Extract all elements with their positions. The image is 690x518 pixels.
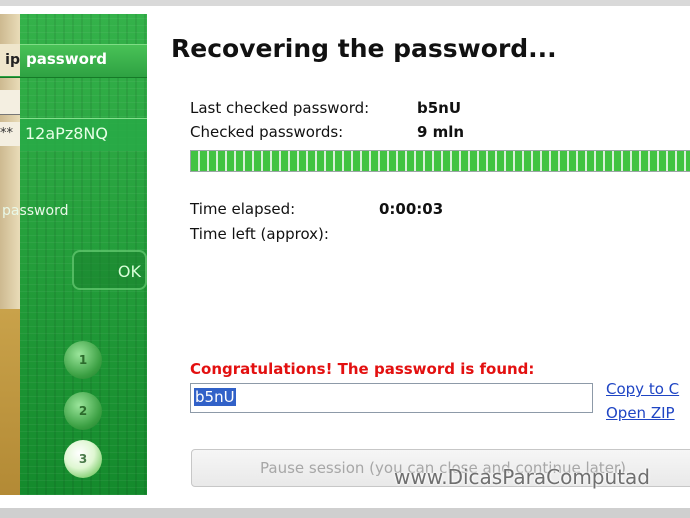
sidebar-password-label: password xyxy=(2,203,69,219)
copy-to-clipboard-link[interactable]: Copy to C xyxy=(606,380,679,398)
sidebar-password-value: 12aPz8NQ xyxy=(25,124,108,143)
sidebar-title: password xyxy=(26,50,108,68)
open-zip-link[interactable]: Open ZIP xyxy=(606,404,675,422)
found-password-value[interactable]: b5nU xyxy=(194,388,236,406)
last-checked-label: Last checked password: xyxy=(190,99,370,117)
sidebar-dialog-edge-lower xyxy=(0,309,20,495)
sidebar-masked-fragment: ** xyxy=(0,122,20,146)
step-1-icon: 1 xyxy=(64,341,102,379)
time-left-label: Time left (approx): xyxy=(190,225,329,243)
step-3-icon: 3 xyxy=(64,440,102,478)
bottom-border xyxy=(0,508,690,518)
time-elapsed-label: Time elapsed: xyxy=(190,200,296,218)
last-checked-value: b5nU xyxy=(417,99,462,117)
progress-bar-fill xyxy=(191,151,690,171)
found-password-field[interactable]: b5nU xyxy=(190,383,593,413)
progress-bar xyxy=(190,150,690,172)
page-title: Recovering the password... xyxy=(171,34,557,63)
success-message: Congratulations! The password is found: xyxy=(190,360,535,378)
step-2-icon: 2 xyxy=(64,392,102,430)
sidebar-input-edge xyxy=(0,90,20,115)
checked-passwords-label: Checked passwords: xyxy=(190,123,344,141)
time-elapsed-value: 0:00:03 xyxy=(379,200,444,218)
sidebar-ok-button: OK xyxy=(72,250,147,290)
screenshot-frame: ip password ** 12aPz8NQ password OK 1 2 … xyxy=(0,0,690,518)
sidebar-tab-fragment: ip xyxy=(0,44,20,76)
checked-passwords-value: 9 mln xyxy=(417,123,465,141)
top-border xyxy=(0,0,690,6)
watermark-text: www.DicasParaComputad xyxy=(394,465,650,489)
